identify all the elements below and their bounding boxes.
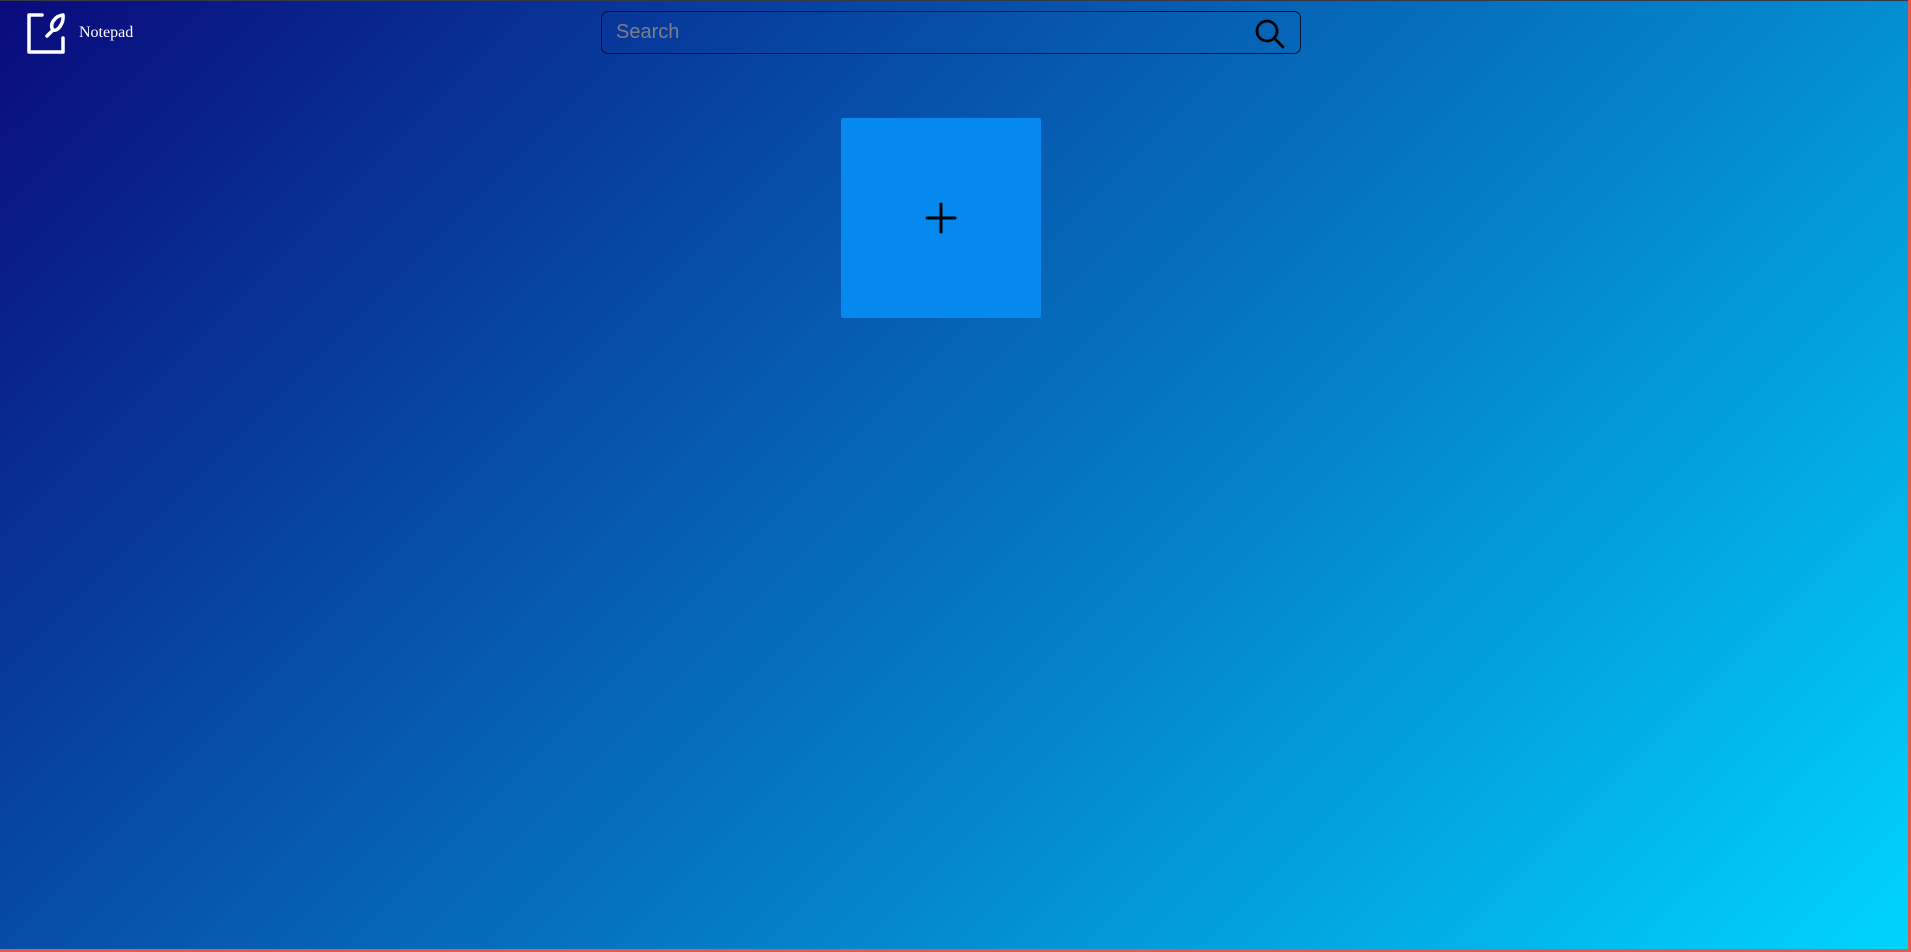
add-note-button[interactable] (841, 118, 1041, 318)
search-button[interactable] (1254, 18, 1286, 50)
plus-icon (925, 202, 957, 234)
window-top-edge (0, 0, 1911, 1)
app-title: Notepad (79, 24, 134, 41)
search-bar (601, 11, 1301, 54)
note-edit-icon (27, 13, 65, 54)
app-brand[interactable]: Notepad (25, 12, 133, 54)
search-icon (1255, 19, 1285, 49)
search-input[interactable] (602, 12, 1236, 53)
